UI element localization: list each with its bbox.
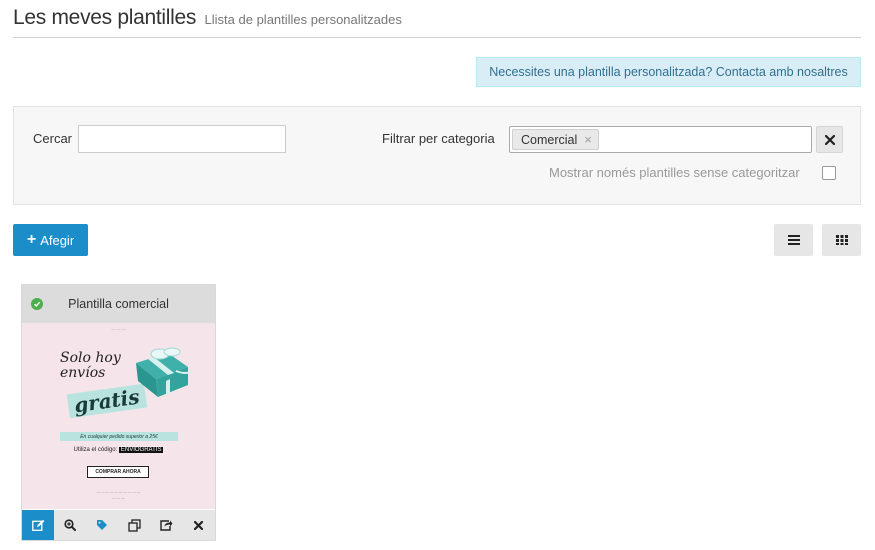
list-view-button[interactable] [774,224,813,256]
duplicate-icon [128,518,141,532]
category-tag-label: Comercial [521,132,578,147]
category-tag: Comercial × [512,129,599,150]
page-title: Les meves plantilles [13,6,197,29]
preview-button: COMPRAR AHORA [87,466,149,478]
add-button-label: Afegir [40,232,75,248]
delete-icon [194,520,204,530]
search-input[interactable] [78,125,286,153]
plus-icon: + [26,231,37,248]
preview-headline-line1: Solo hoy [60,350,121,366]
duplicate-button[interactable] [119,510,151,540]
tag-remove-icon[interactable]: × [584,133,592,146]
add-template-button[interactable]: + Afegir [13,224,88,256]
preview-headline: Solo hoy envíos [60,351,121,381]
grid-view-button[interactable] [822,224,861,256]
tag-icon [97,520,108,530]
share-icon [160,520,173,531]
close-icon [824,134,835,145]
preview-zoom-button[interactable] [54,510,86,540]
category-filter-label: Filtrar per categoria [382,131,495,146]
delete-button[interactable] [183,510,215,540]
page-subtitle: Llista de plantilles personalitzades [204,12,402,27]
preview-code-prefix: Utiliza el código: [73,447,118,453]
preview-code-row: Utiliza el código: ENVIOGRATIS [22,447,215,453]
preview-headline-line2: envíos [60,365,106,381]
uncategorized-checkbox[interactable] [822,166,836,180]
clear-filter-button[interactable] [816,126,843,153]
preview-code: ENVIOGRATIS [118,447,164,453]
template-actions [22,510,215,540]
gift-box-icon [136,347,193,397]
edit-icon [31,519,44,531]
uncategorized-label: Mostrar només plantilles sense categorit… [549,165,800,180]
template-card[interactable]: Plantilla comercial — — — Solo hoy envío… [21,284,216,541]
page-header: Les meves plantilles Llista de plantille… [13,6,861,38]
preview-footer-line: — — — — — — — — — — [96,490,141,494]
list-icon [787,235,800,245]
preview-header-text: — — — [111,326,126,331]
preview-strip: En cualquier pedido superior a 25€ [60,432,178,441]
tag-button[interactable] [86,510,118,540]
preview-footer-line: — — — [112,496,125,500]
filter-panel: Cercar Filtrar per categoria Comercial ×… [13,106,861,205]
template-preview[interactable]: — — — Solo hoy envíos gratis En cualquie… [22,323,215,509]
grid-icon [835,235,848,245]
edit-button[interactable] [22,510,55,540]
category-select[interactable]: Comercial × [509,126,812,153]
search-label: Cercar [33,131,73,146]
share-button[interactable] [151,510,183,540]
contact-banner-link[interactable]: Necessites una plantilla personalitzada?… [476,57,861,87]
zoom-icon [64,519,77,531]
template-title: Plantilla comercial [68,297,169,311]
template-card-header: Plantilla comercial [22,285,215,323]
